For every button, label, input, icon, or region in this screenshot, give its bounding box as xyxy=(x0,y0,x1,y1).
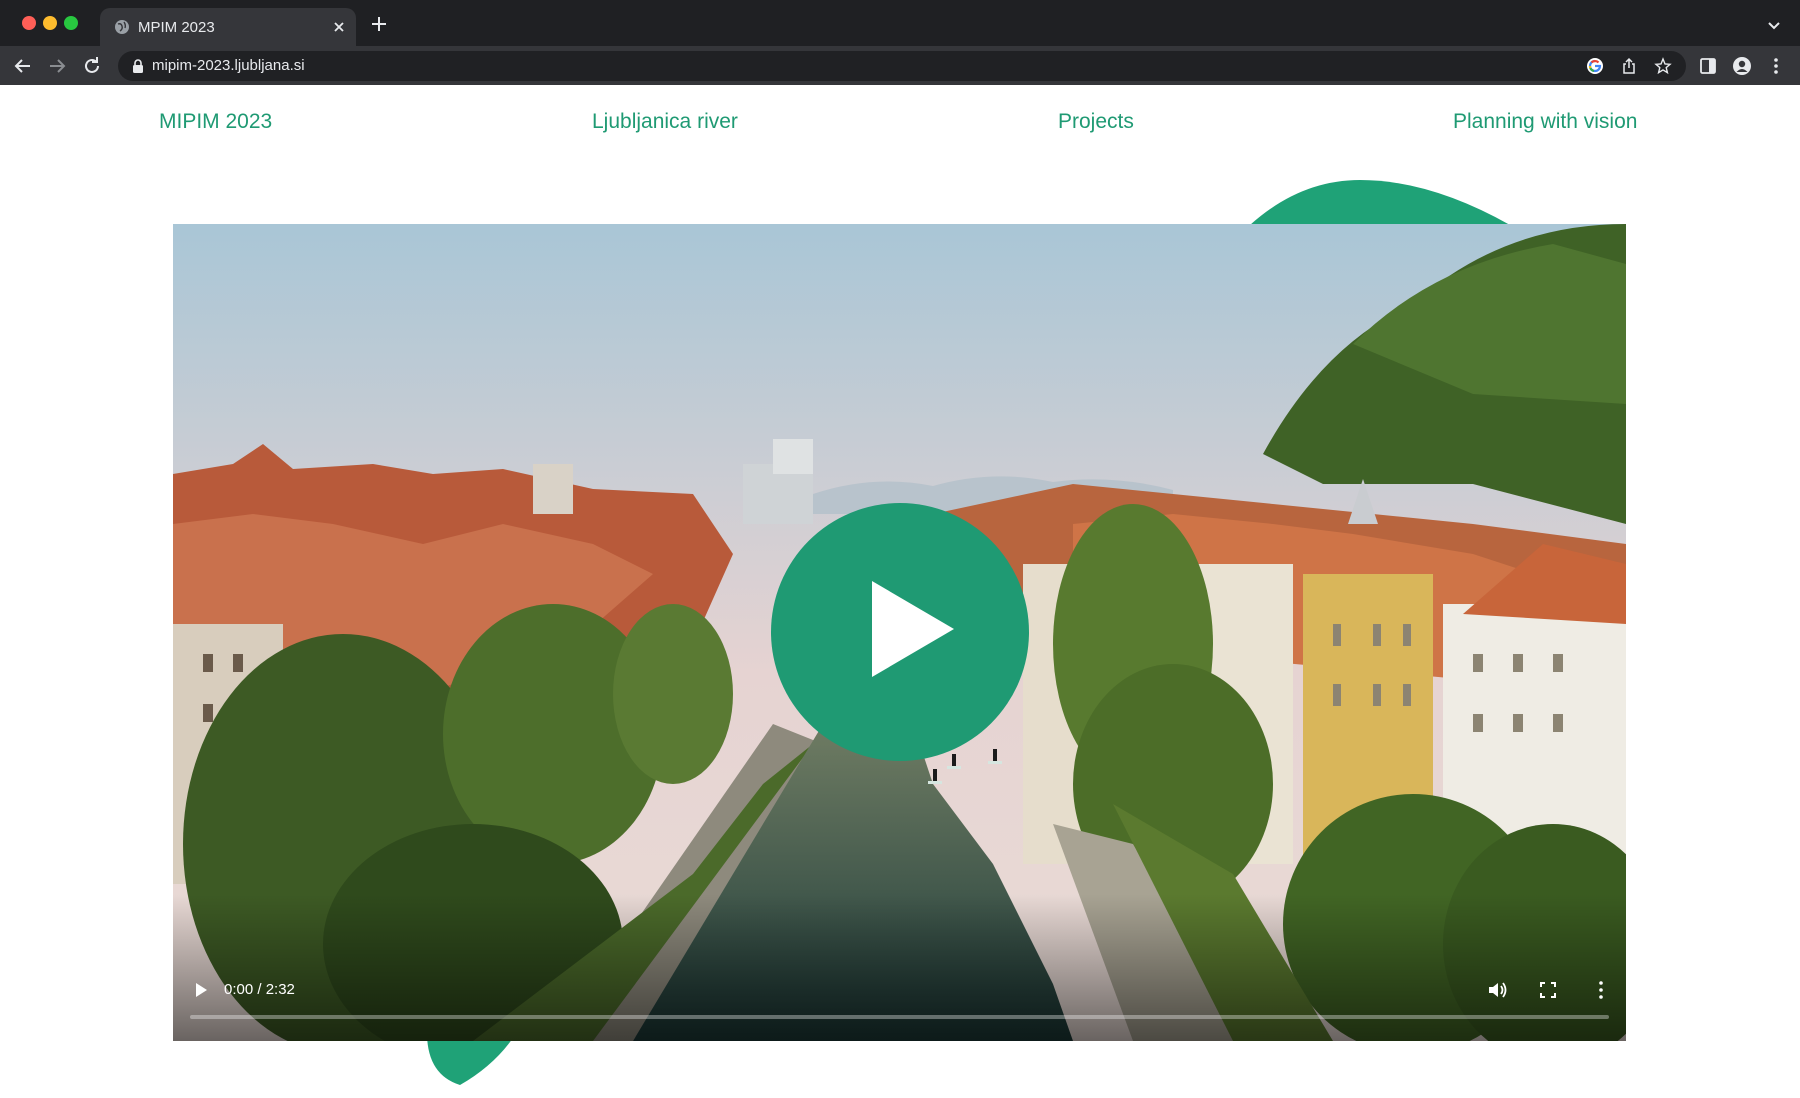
tab-title: MPIM 2023 xyxy=(138,19,215,36)
google-icon[interactable] xyxy=(1586,57,1604,75)
address-bar[interactable]: mipim-2023.ljubljana.si xyxy=(118,51,1686,81)
play-icon xyxy=(872,581,954,677)
more-vert-icon[interactable] xyxy=(1766,56,1786,76)
play-icon[interactable] xyxy=(190,979,212,1001)
reload-icon[interactable] xyxy=(81,55,103,77)
close-tab-icon[interactable] xyxy=(330,18,348,36)
nav-link-mipim-2023[interactable]: MIPIM 2023 xyxy=(159,110,272,134)
globe-icon xyxy=(115,20,129,34)
minimize-window-button[interactable] xyxy=(43,16,57,30)
nav-link-projects[interactable]: Projects xyxy=(1058,110,1134,134)
nav-link-ljubljanica-river[interactable]: Ljubljanica river xyxy=(592,110,738,134)
fullscreen-icon[interactable] xyxy=(1537,979,1559,1001)
play-overlay-button[interactable] xyxy=(771,503,1029,761)
maximize-window-button[interactable] xyxy=(64,16,78,30)
bookmark-star-icon[interactable] xyxy=(1654,57,1672,75)
browser-chrome: MPIM 2023 mipim-2023.ljubljana.si xyxy=(0,0,1800,85)
nav-link-planning-with-vision[interactable]: Planning with vision xyxy=(1453,110,1637,134)
side-panel-icon[interactable] xyxy=(1698,56,1718,76)
video-time-display: 0:00 / 2:32 xyxy=(224,981,295,998)
lock-icon[interactable] xyxy=(132,59,144,73)
profile-avatar-icon[interactable] xyxy=(1732,56,1752,76)
back-arrow-icon[interactable] xyxy=(12,55,34,77)
share-icon[interactable] xyxy=(1620,57,1638,75)
volume-icon[interactable] xyxy=(1486,979,1508,1001)
title-bar: MPIM 2023 xyxy=(0,0,1800,46)
url-text[interactable]: mipim-2023.ljubljana.si xyxy=(152,57,305,74)
chevron-down-icon[interactable] xyxy=(1766,17,1782,33)
video-player[interactable]: 0:00 / 2:32 xyxy=(173,224,1626,1041)
new-tab-icon[interactable] xyxy=(370,15,388,33)
browser-tab[interactable]: MPIM 2023 xyxy=(100,8,356,46)
forward-arrow-icon[interactable] xyxy=(46,55,68,77)
decorative-green-leaf xyxy=(427,1035,515,1085)
browser-toolbar: mipim-2023.ljubljana.si xyxy=(0,46,1800,85)
more-options-icon[interactable] xyxy=(1590,979,1612,1001)
video-progress-bar[interactable] xyxy=(190,1015,1609,1019)
close-window-button[interactable] xyxy=(22,16,36,30)
decorative-green-shape xyxy=(1250,180,1510,225)
